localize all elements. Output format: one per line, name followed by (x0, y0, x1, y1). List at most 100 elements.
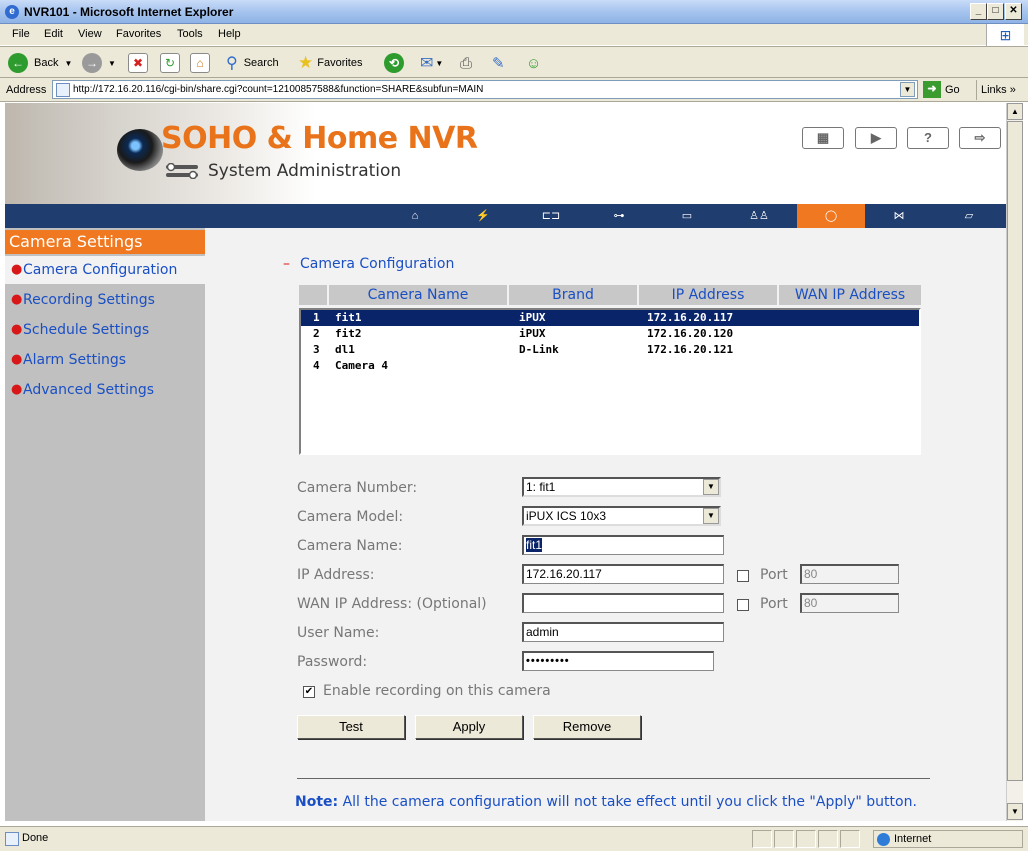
scroll-down-icon[interactable]: ▼ (1007, 803, 1023, 820)
vertical-scrollbar[interactable]: ▲ ▼ (1006, 103, 1023, 821)
nav-system-icon[interactable]: ⋈ (865, 204, 933, 228)
camera-name-value: fit1 (526, 538, 543, 552)
minimize-button[interactable]: _ (970, 3, 987, 20)
search-button[interactable]: ⚲ Search (226, 53, 279, 73)
window-titlebar: e NVR101 - Microsoft Internet Explorer _… (0, 0, 1028, 24)
search-icon: ⚲ (226, 55, 238, 72)
menu-file[interactable]: File (12, 28, 30, 40)
nav-users-icon[interactable]: ♙♙ (725, 204, 793, 228)
row-num: 1 (313, 311, 320, 324)
camera-number-label: Camera Number: (297, 480, 418, 496)
home-button[interactable]: ⌂ (190, 53, 210, 73)
sidebar-item-recording-settings[interactable]: ● Recording Settings (5, 286, 205, 314)
apply-button[interactable]: Apply (415, 715, 523, 739)
logout-icon[interactable]: ⇨ (959, 127, 1001, 149)
nav-log-icon[interactable]: ▱ (935, 204, 1003, 228)
row-name: dl1 (335, 343, 355, 356)
ip-port-label: Port (760, 567, 788, 583)
camera-name-input[interactable]: fit1 (522, 535, 724, 555)
favorites-button[interactable]: ★ Favorites (298, 53, 363, 73)
mail-button[interactable]: ✉ ▼ (420, 53, 443, 73)
links-label: Links (981, 84, 1007, 96)
status-text: Done (22, 832, 49, 844)
star-icon: ★ (298, 53, 314, 72)
ip-port-input[interactable]: 80 (800, 564, 899, 584)
status-cell (840, 830, 860, 848)
sidebar-item-camera-configuration[interactable]: ● Camera Configuration (5, 256, 205, 284)
user-name-input[interactable]: admin (522, 622, 724, 642)
ip-address-label: IP Address: (297, 567, 375, 583)
camera-name-label: Camera Name: (297, 538, 403, 554)
maximize-button[interactable]: □ (987, 3, 1004, 20)
address-input[interactable]: http://172.16.20.116/cgi-bin/share.cgi?c… (52, 80, 918, 99)
print-button[interactable]: ⎙ (460, 53, 472, 73)
camera-model-select[interactable]: iPUX ICS 10x3 ▼ (522, 506, 721, 526)
browser-toolbar: ← Back ▼ → ▼ ✖ ↻ ⌂ ⚲ Search ★ Favorites … (0, 46, 1028, 78)
sidebar-item-advanced-settings[interactable]: ● Advanced Settings (5, 376, 205, 404)
status-cell (752, 830, 772, 848)
nav-disk-icon[interactable]: ⊶ (585, 204, 653, 228)
remove-button[interactable]: Remove (533, 715, 641, 739)
table-row[interactable]: 1 fit1 iPUX 172.16.20.117 (301, 310, 919, 326)
ip-port-checkbox[interactable] (737, 570, 749, 582)
enable-recording-checkbox[interactable]: ✔ (303, 686, 315, 698)
section-title: – Camera Configuration (283, 256, 455, 272)
menu-edit[interactable]: Edit (44, 28, 63, 40)
camera-list[interactable]: 1 fit1 iPUX 172.16.20.117 2 fit2 iPUX 17… (299, 308, 921, 455)
row-brand: iPUX (519, 311, 546, 324)
stop-icon: ✖ (128, 53, 148, 73)
address-dropdown-icon[interactable]: ▼ (900, 82, 915, 97)
camera-number-select[interactable]: 1: fit1 ▼ (522, 477, 721, 497)
layout-view-icon[interactable]: ▦ (802, 127, 844, 149)
edit-button[interactable]: ✎ (492, 53, 505, 73)
forward-arrow-icon: → (82, 53, 102, 73)
table-row[interactable]: 4 Camera 4 (301, 358, 919, 374)
section-title-text: Camera Configuration (300, 256, 455, 272)
nav-device-icon[interactable]: ⊏⊐ (517, 204, 585, 228)
scroll-up-icon[interactable]: ▲ (1007, 103, 1023, 120)
history-button[interactable]: ⟲ (384, 53, 404, 73)
note-body: All the camera configuration will not ta… (338, 794, 917, 810)
menu-favorites[interactable]: Favorites (116, 28, 161, 40)
play-icon[interactable]: ▶ (855, 127, 897, 149)
sidebar-item-alarm-settings[interactable]: ● Alarm Settings (5, 346, 205, 374)
forward-button[interactable]: → ▼ (82, 53, 116, 73)
go-button[interactable]: ➜ Go (923, 81, 960, 98)
note-label: Note: (295, 794, 339, 810)
address-url: http://172.16.20.116/cgi-bin/share.cgi?c… (73, 84, 484, 95)
close-button[interactable]: ✕ (1005, 3, 1022, 20)
scroll-thumb[interactable] (1007, 121, 1023, 781)
test-button[interactable]: Test (297, 715, 405, 739)
chevron-down-icon: ▼ (64, 58, 73, 68)
stop-button[interactable]: ✖ (128, 53, 148, 73)
password-input[interactable]: ••••••••• (522, 651, 714, 671)
nav-camera-icon[interactable]: ◯ (797, 204, 865, 228)
menu-help[interactable]: Help (218, 28, 241, 40)
note-text: Note: All the camera configuration will … (295, 794, 917, 810)
menu-tools[interactable]: Tools (177, 28, 203, 40)
ip-address-input[interactable]: 172.16.20.117 (522, 564, 724, 584)
menu-view[interactable]: View (78, 28, 102, 40)
bullet-icon: ● (11, 262, 23, 277)
help-icon[interactable]: ? (907, 127, 949, 149)
sidebar-item-schedule-settings[interactable]: ● Schedule Settings (5, 316, 205, 344)
wan-ip-input[interactable] (522, 593, 724, 613)
header-subtitle: System Administration (208, 161, 402, 181)
back-button[interactable]: ← Back ▼ (8, 53, 72, 73)
refresh-button[interactable]: ↻ (160, 53, 180, 73)
nav-home-icon[interactable]: ⌂ (381, 204, 449, 228)
messenger-button[interactable]: ☺ (526, 53, 541, 73)
links-button[interactable]: Links » (976, 80, 1016, 100)
nav-storage-icon[interactable]: ▭ (653, 204, 721, 228)
bullet-icon: ● (11, 322, 23, 337)
table-header-camera-name: Camera Name (329, 285, 509, 305)
wan-port-input[interactable]: 80 (800, 593, 899, 613)
sidebar-item-label: Advanced Settings (23, 382, 155, 398)
nav-network-icon[interactable]: ⚡ (449, 204, 517, 228)
wan-port-checkbox[interactable] (737, 599, 749, 611)
security-zone: Internet (873, 830, 1023, 848)
table-row[interactable]: 2 fit2 iPUX 172.16.20.120 (301, 326, 919, 342)
table-row[interactable]: 3 dl1 D-Link 172.16.20.121 (301, 342, 919, 358)
row-ip: 172.16.20.117 (647, 311, 734, 324)
user-name-label: User Name: (297, 625, 380, 641)
